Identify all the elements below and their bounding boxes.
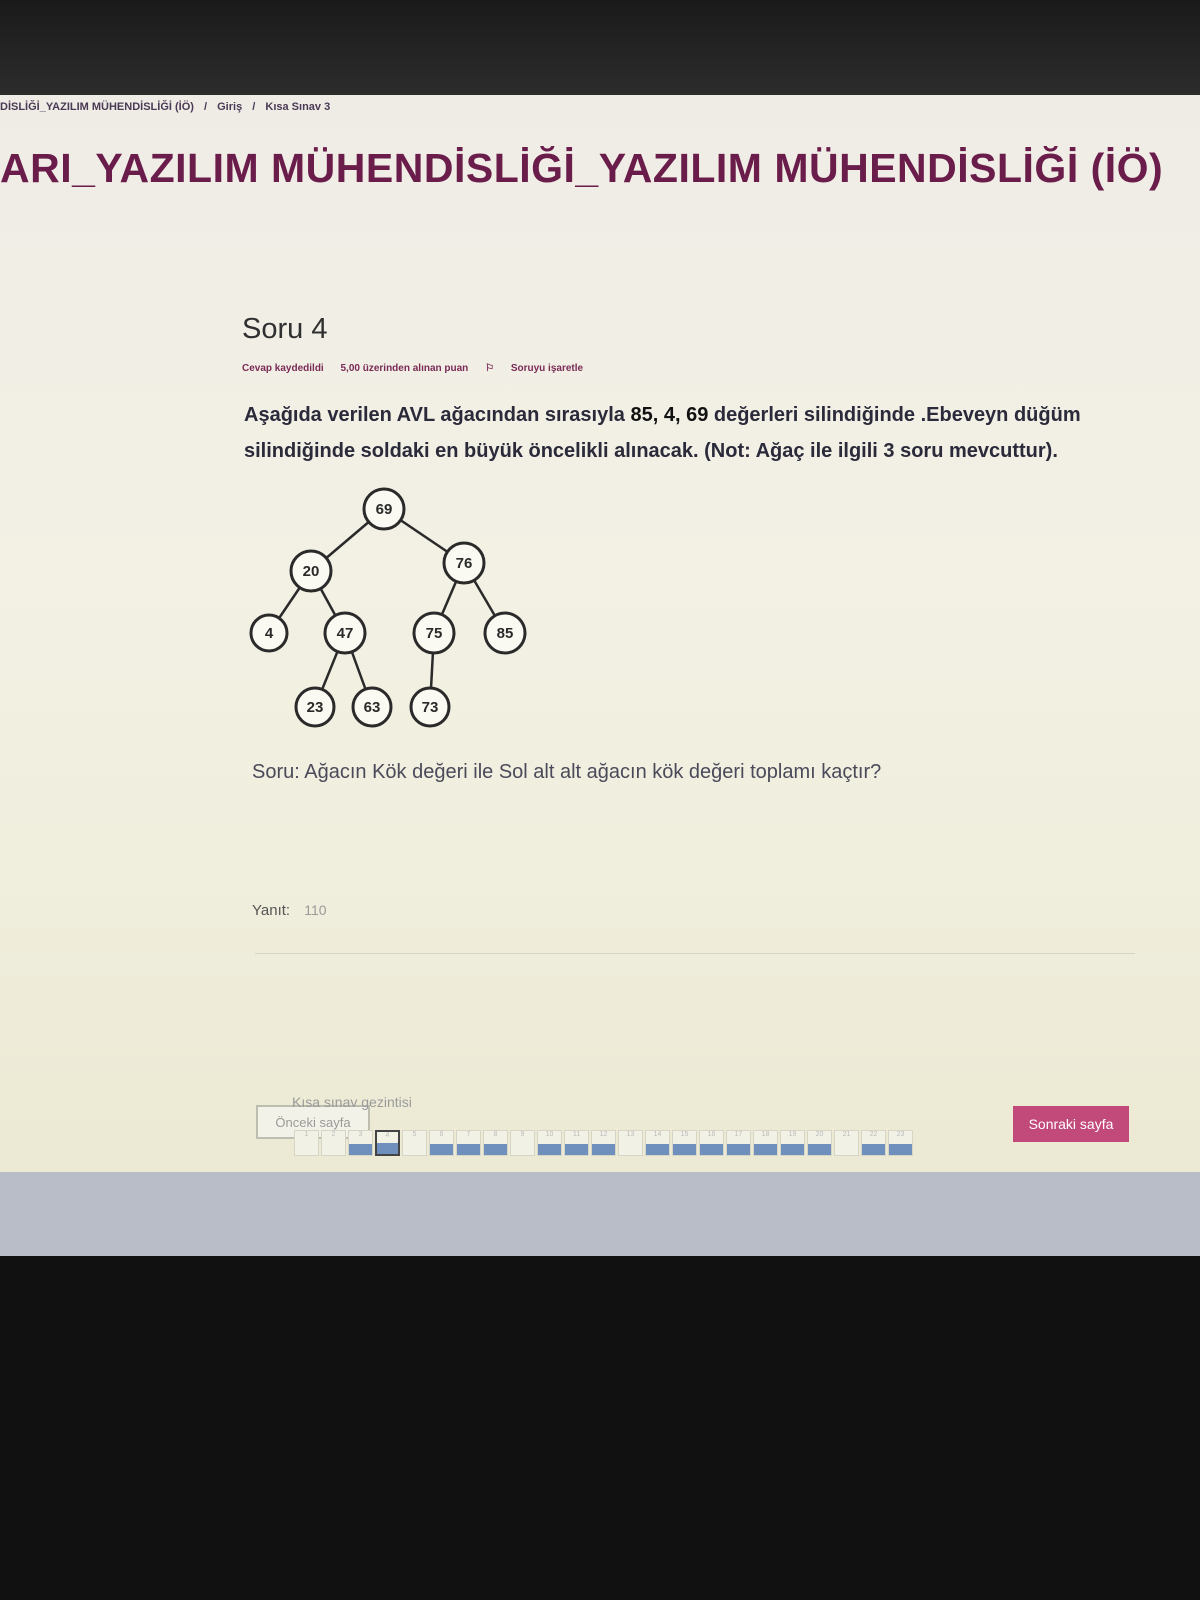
question-text-part1: Aşağıda verilen AVL ağacından sırasıyla (244, 404, 631, 426)
browser-top-bar (0, 0, 1200, 95)
quiz-nav-cell[interactable]: 17 (726, 1130, 751, 1156)
quiz-nav-cell[interactable]: 13 (618, 1130, 643, 1156)
answer-label: Yanıt: (252, 902, 291, 919)
quiz-nav-cell[interactable]: 4 (375, 1130, 400, 1156)
quiz-nav-cell[interactable]: 14 (645, 1130, 670, 1156)
quiz-nav-cell-number: 5 (412, 1131, 417, 1138)
breadcrumb: DİSLİĞİ_YAZILIM MÜHENDİSLİĞİ (İÖ) / Giri… (0, 101, 330, 113)
divider (255, 953, 1135, 954)
quiz-nav-cell[interactable]: 1 (294, 1130, 319, 1156)
quiz-nav-cell-number: 9 (520, 1131, 525, 1138)
quiz-nav-cell[interactable]: 22 (861, 1130, 886, 1156)
quiz-nav-cell[interactable]: 18 (753, 1130, 778, 1156)
quiz-nav-cell[interactable]: 20 (807, 1130, 832, 1156)
quiz-nav-cell[interactable]: 9 (510, 1130, 535, 1156)
quiz-nav-cell-number: 18 (761, 1131, 770, 1138)
quiz-nav-cell-number: 6 (439, 1131, 444, 1138)
laptop-bezel (0, 1256, 1200, 1600)
quiz-nav-cell-number: 17 (734, 1131, 743, 1138)
quiz-nav-cell-number: 7 (466, 1131, 471, 1138)
tree-node-4: 4 (249, 613, 289, 653)
quiz-nav-cell-number: 8 (493, 1131, 498, 1138)
tree-node-20: 20 (289, 549, 333, 593)
quiz-nav-cell-number: 4 (385, 1132, 390, 1139)
svg-text:63: 63 (364, 699, 381, 716)
quiz-nav-cell-number: 22 (869, 1131, 878, 1138)
quiz-nav-cell[interactable]: 10 (537, 1130, 562, 1156)
svg-text:23: 23 (307, 699, 324, 716)
breadcrumb-home-link[interactable]: Giriş (217, 101, 242, 113)
quiz-nav-cell-number: 14 (653, 1131, 662, 1138)
svg-text:20: 20 (303, 563, 320, 580)
quiz-nav-cell[interactable]: 3 (348, 1130, 373, 1156)
tree-node-63: 63 (351, 686, 393, 728)
quiz-nav-cell[interactable]: 11 (564, 1130, 589, 1156)
quiz-navigation-title: Kısa sınav gezintisi (292, 1094, 412, 1110)
quiz-nav-cell[interactable]: 5 (402, 1130, 427, 1156)
quiz-nav-cell[interactable]: 6 (429, 1130, 454, 1156)
question-points: 5,00 üzerinden alınan puan (340, 363, 469, 374)
tree-node-73: 73 (409, 686, 451, 728)
tree-node-23: 23 (294, 686, 336, 728)
quiz-nav-cell[interactable]: 21 (834, 1130, 859, 1156)
svg-text:85: 85 (497, 625, 514, 642)
flag-question-link[interactable]: ⚐ Soruyu işaretle (485, 363, 597, 374)
quiz-nav-cell-number: 3 (358, 1131, 363, 1138)
quiz-nav-cell-number: 21 (842, 1131, 851, 1138)
tree-node-76: 76 (442, 541, 486, 585)
course-title: ARI_YAZILIM MÜHENDİSLİĞİ_YAZILIM MÜHENDİ… (0, 145, 1164, 191)
quiz-navigation-grid: 1 2 3 4 5 6 7 8 9 10 11 12 13 14 15 16 17 18 19 20 21 22 23 (294, 1130, 913, 1156)
svg-text:69: 69 (376, 501, 393, 518)
breadcrumb-separator: / (252, 101, 256, 113)
quiz-nav-cell[interactable]: 23 (888, 1130, 913, 1156)
next-page-button[interactable]: Sonraki sayfa (1013, 1106, 1129, 1142)
svg-text:4: 4 (265, 625, 274, 642)
svg-text:75: 75 (426, 625, 443, 642)
answer-row: Yanıt: (252, 901, 397, 919)
quiz-nav-cell-number: 12 (599, 1131, 608, 1138)
tree-node-75: 75 (412, 611, 456, 655)
tree-node-69: 69 (362, 487, 406, 531)
svg-text:47: 47 (337, 625, 354, 642)
question-text-values: 85, 4, 69 (630, 404, 709, 426)
breadcrumb-separator: / (204, 101, 208, 113)
quiz-nav-cell-number: 13 (626, 1131, 635, 1138)
tree-node-85: 85 (483, 611, 527, 655)
quiz-nav-cell[interactable]: 2 (321, 1130, 346, 1156)
tree-node-47: 47 (323, 611, 367, 655)
quiz-nav-cell-number: 19 (788, 1131, 797, 1138)
quiz-nav-cell[interactable]: 19 (780, 1130, 805, 1156)
quiz-nav-cell-number: 20 (815, 1131, 824, 1138)
screen-bottom-strip (0, 1172, 1200, 1256)
quiz-nav-cell[interactable]: 7 (456, 1130, 481, 1156)
quiz-nav-cell[interactable]: 8 (483, 1130, 508, 1156)
quiz-nav-cell-number: 15 (680, 1131, 689, 1138)
avl-tree-diagram: 69 20 76 4 47 75 85 23 63 73 (249, 487, 527, 728)
flag-icon: ⚐ (485, 363, 497, 374)
quiz-nav-cell-number: 10 (545, 1131, 554, 1138)
quiz-nav-cell-number: 2 (331, 1131, 336, 1138)
answer-input[interactable] (302, 901, 397, 919)
svg-text:73: 73 (422, 699, 439, 716)
quiz-nav-cell[interactable]: 15 (672, 1130, 697, 1156)
question-text: Aşağıda verilen AVL ağacından sırasıyla … (244, 397, 1164, 469)
quiz-nav-cell[interactable]: 16 (699, 1130, 724, 1156)
question-number: Soru 4 (242, 313, 328, 345)
quiz-nav-cell-number: 16 (707, 1131, 716, 1138)
quiz-page: DİSLİĞİ_YAZILIM MÜHENDİSLİĞİ (İÖ) / Giri… (0, 95, 1200, 1172)
answer-status: Cevap kaydedildi (242, 363, 324, 374)
question-info: Cevap kaydedildi 5,00 üzerinden alınan p… (242, 363, 611, 374)
quiz-nav-cell[interactable]: 12 (591, 1130, 616, 1156)
breadcrumb-quiz-link[interactable]: Kısa Sınav 3 (265, 101, 330, 113)
quiz-nav-cell-number: 1 (304, 1131, 309, 1138)
subquestion-text: Soru: Ağacın Kök değeri ile Sol alt alt … (252, 761, 882, 783)
svg-text:76: 76 (456, 555, 473, 572)
quiz-nav-cell-number: 11 (572, 1131, 581, 1138)
breadcrumb-course-link[interactable]: DİSLİĞİ_YAZILIM MÜHENDİSLİĞİ (İÖ) (0, 101, 194, 113)
quiz-nav-cell-number: 23 (896, 1131, 905, 1138)
flag-label: Soruyu işaretle (510, 363, 584, 374)
